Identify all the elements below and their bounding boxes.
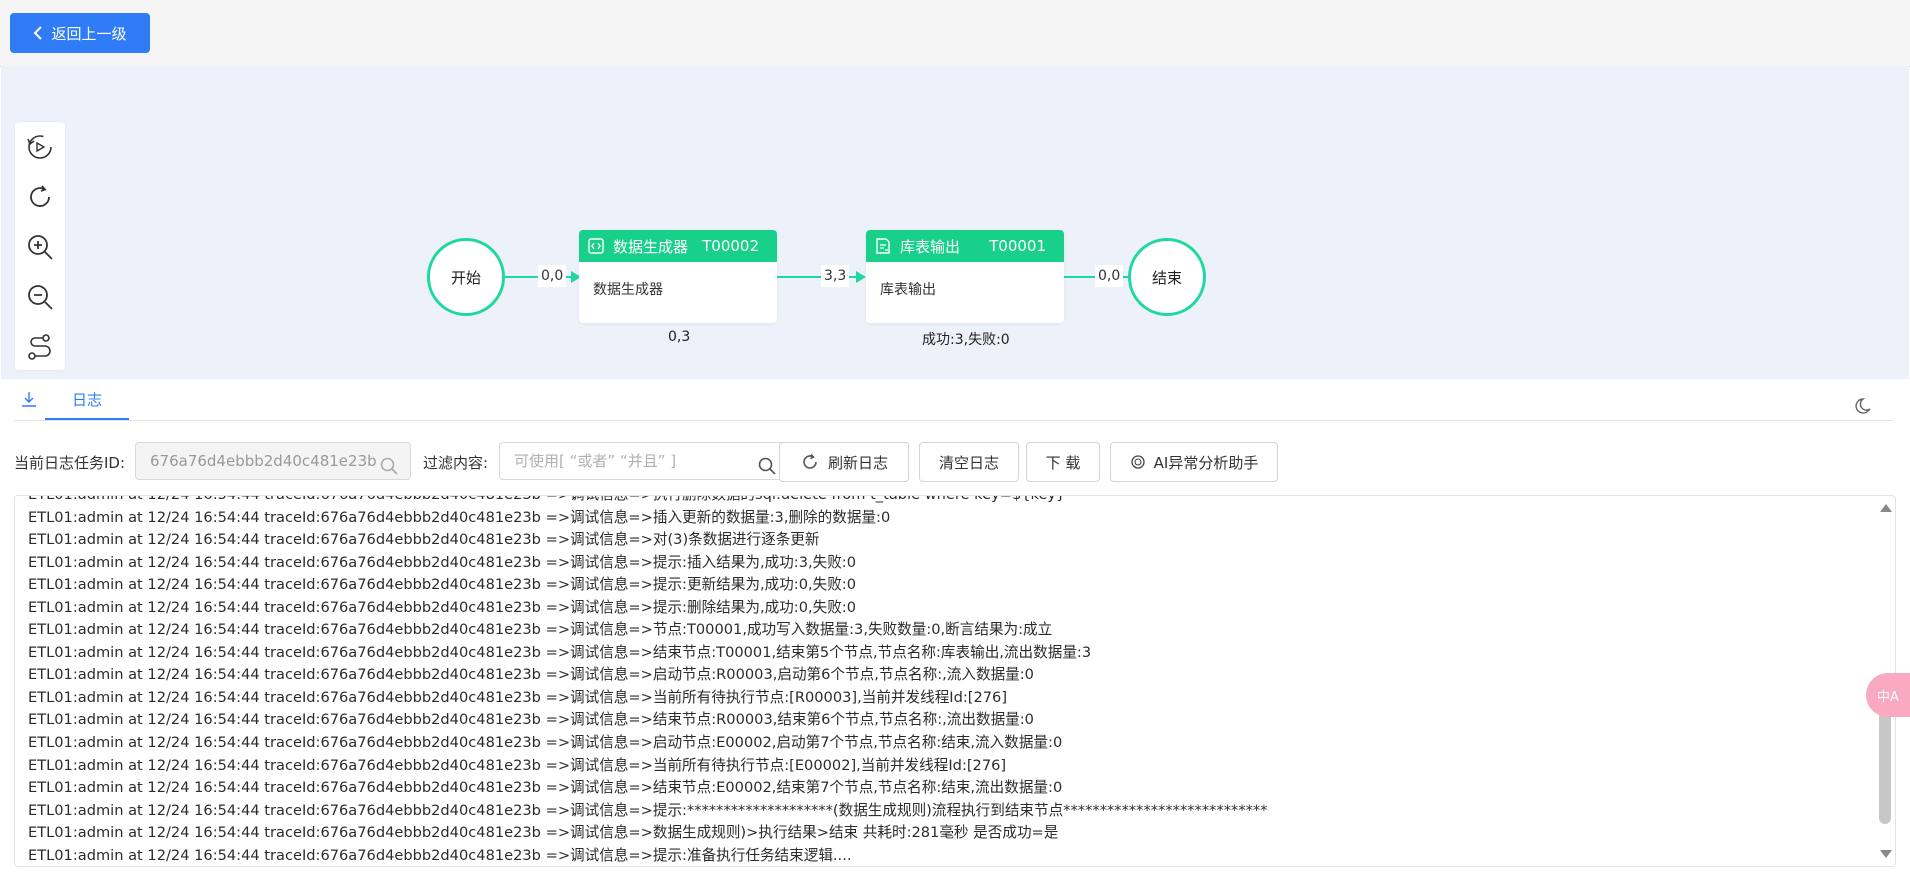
ai-icon	[1131, 455, 1145, 469]
edge-arrow	[856, 271, 866, 283]
tab-log[interactable]: 日志	[45, 384, 129, 420]
replay-icon[interactable]	[23, 130, 57, 164]
log-line: ETL01:admin at 12/24 16:54:44 traceId:67…	[28, 779, 1063, 797]
canvas-toolbox	[15, 122, 65, 370]
log-lines: ETL01:admin at 12/24 16:54:44 traceId:67…	[28, 496, 1268, 866]
log-line: ETL01:admin at 12/24 16:54:44 traceId:67…	[28, 801, 1268, 819]
node-code: T00001	[989, 237, 1046, 255]
log-line: ETL01:admin at 12/24 16:54:44 traceId:67…	[28, 756, 1007, 774]
log-line: ETL01:admin at 12/24 16:54:44 traceId:67…	[28, 688, 1008, 706]
ai-assistant-label: AI异常分析助手	[1153, 453, 1259, 472]
node-stat-generator: 0,3	[668, 329, 691, 345]
edge-generator-to-output	[777, 276, 863, 278]
download-icon[interactable]	[20, 390, 40, 410]
filter-input[interactable]: 可使用[ “或者” “并且” ]	[499, 442, 789, 480]
log-line: ETL01:admin at 12/24 16:54:44 traceId:67…	[28, 508, 891, 526]
log-line: ETL01:admin at 12/24 16:54:44 traceId:67…	[28, 598, 857, 616]
top-bar: 返回上一级	[0, 0, 1910, 67]
translate-helper-button[interactable]: 中A	[1866, 673, 1910, 717]
download-button[interactable]: 下 载	[1026, 442, 1100, 482]
filter-bar: 当前日志任务ID: 676a76d4ebbb2d40c481e23b 过滤内容:…	[14, 442, 1894, 482]
zoom-out-icon[interactable]	[23, 280, 57, 314]
log-line: ETL01:admin at 12/24 16:54:44 traceId:67…	[28, 734, 1063, 752]
download-label: 下 载	[1045, 453, 1081, 472]
node-body: 库表输出	[880, 282, 936, 298]
edge-label: 0,0	[1095, 265, 1124, 287]
refresh-log-button[interactable]: 刷新日志	[779, 442, 909, 482]
node-card-generator[interactable]: 数据生成器 T00002 数据生成器	[579, 230, 777, 323]
clear-log-label: 清空日志	[938, 453, 999, 472]
ai-assistant-button[interactable]: AI异常分析助手	[1110, 442, 1278, 482]
scroll-down-arrow-icon[interactable]	[1880, 850, 1892, 858]
log-line: ETL01:admin at 12/24 16:54:44 traceId:67…	[28, 824, 1059, 842]
edge-label: 0,0	[538, 265, 567, 287]
log-line: ETL01:admin at 12/24 16:54:44 traceId:67…	[28, 496, 1268, 507]
task-id-label: 当前日志任务ID:	[14, 454, 126, 472]
start-node-label: 开始	[450, 268, 481, 287]
clear-log-button[interactable]: 清空日志	[919, 442, 1019, 482]
log-line: ETL01:admin at 12/24 16:54:44 traceId:67…	[28, 576, 857, 594]
edge-label: 3,3	[821, 265, 850, 287]
node-card-output[interactable]: 库表输出 T00001 库表输出	[866, 230, 1064, 323]
code-file-icon	[588, 238, 604, 254]
route-icon[interactable]	[23, 330, 57, 364]
node-title: 数据生成器	[613, 237, 689, 256]
log-line: ETL01:admin at 12/24 16:54:44 traceId:67…	[28, 846, 852, 864]
node-card-header: 数据生成器 T00002	[579, 230, 777, 262]
log-line: ETL01:admin at 12/24 16:54:44 traceId:67…	[28, 621, 1053, 639]
search-icon[interactable]	[758, 452, 776, 488]
log-line: ETL01:admin at 12/24 16:54:44 traceId:67…	[28, 531, 820, 549]
log-line: ETL01:admin at 12/24 16:54:44 traceId:67…	[28, 643, 1092, 661]
moon-icon[interactable]	[1854, 396, 1874, 420]
refresh-icon[interactable]	[23, 180, 57, 214]
search-icon[interactable]	[380, 452, 398, 488]
refresh-icon	[803, 453, 817, 469]
log-line: ETL01:admin at 12/24 16:54:44 traceId:67…	[28, 666, 1034, 684]
chevron-left-icon	[34, 26, 43, 40]
filter-placeholder: 可使用[ “或者” “并且” ]	[514, 452, 677, 470]
zoom-in-icon[interactable]	[23, 230, 57, 264]
node-card-header: 库表输出 T00001	[866, 230, 1064, 262]
scroll-up-arrow-icon[interactable]	[1880, 504, 1892, 512]
end-node-label: 结束	[1151, 268, 1182, 287]
back-button-label: 返回上一级	[51, 24, 127, 43]
back-button[interactable]: 返回上一级	[10, 13, 150, 53]
node-title: 库表输出	[900, 237, 961, 256]
end-node[interactable]: 结束	[1128, 238, 1206, 316]
flow-canvas[interactable]: 开始 0,0 数据生成器 T00002 数据生成器 0,3 3,3 库表输出 T…	[1, 66, 1909, 379]
task-id-value: 676a76d4ebbb2d40c481e23b	[150, 452, 377, 470]
log-line: ETL01:admin at 12/24 16:54:44 traceId:67…	[28, 711, 1034, 729]
log-tabs: 日志	[14, 384, 1894, 421]
log-line: ETL01:admin at 12/24 16:54:44 traceId:67…	[28, 553, 857, 571]
table-output-icon	[876, 238, 890, 254]
start-node[interactable]: 开始	[427, 238, 505, 316]
task-id-field[interactable]: 676a76d4ebbb2d40c481e23b	[135, 442, 411, 480]
node-body: 数据生成器	[593, 282, 663, 298]
refresh-log-label: 刷新日志	[827, 453, 888, 472]
node-code: T00002	[702, 237, 759, 255]
log-panel[interactable]: ETL01:admin at 12/24 16:54:44 traceId:67…	[14, 495, 1896, 867]
node-stat-output: 成功:3,失败:0	[922, 332, 1010, 348]
filter-label: 过滤内容:	[423, 454, 489, 472]
